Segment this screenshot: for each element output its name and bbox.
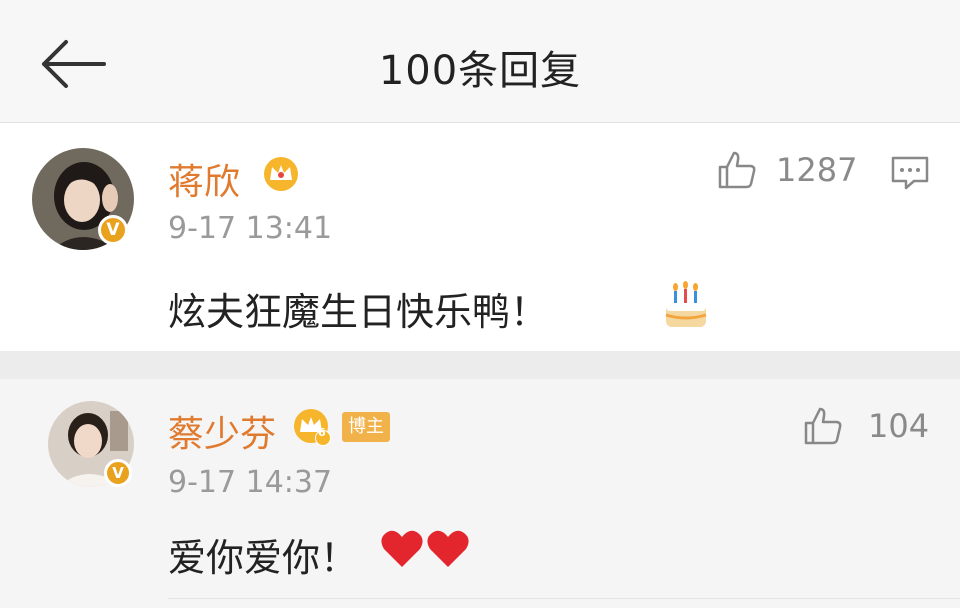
comment-text: 爱你爱你！ (168, 536, 359, 580)
blogger-badge: 博主 (342, 412, 390, 442)
verified-badge: V (104, 459, 132, 487)
timestamp: 9-17 14:37 (168, 465, 333, 500)
crown-level: 6 (318, 426, 326, 439)
red-heart-icon (381, 530, 469, 567)
comment-text: 炫夫狂魔生日快乐鸭！ (168, 290, 549, 334)
page-title: 100条回复 (378, 48, 582, 94)
thumbs-up-icon[interactable] (716, 149, 758, 191)
section-divider (0, 351, 960, 379)
thumbs-up-icon[interactable] (802, 405, 844, 447)
username[interactable]: 蒋欣 (168, 153, 240, 205)
reply-comment: V 蔡少芬 6 博主 9-17 14:37 爱你爱你！ 104 (0, 379, 960, 608)
comment-reply-icon[interactable] (890, 155, 930, 191)
username[interactable]: 蔡少芬 (168, 405, 276, 457)
like-count: 104 (868, 407, 930, 445)
main-comment: V 蒋欣 9-17 13:41 炫夫狂魔生日快乐鸭！ 1287 (0, 123, 960, 351)
verified-badge: V (98, 215, 128, 245)
crown-icon (294, 409, 331, 446)
timestamp: 9-17 13:41 (168, 211, 333, 246)
crown-icon (264, 157, 298, 191)
birthday-cake-icon (665, 281, 707, 327)
divider (168, 598, 960, 599)
top-nav-bar: 100条回复 (0, 0, 960, 123)
like-count: 1287 (776, 151, 858, 189)
